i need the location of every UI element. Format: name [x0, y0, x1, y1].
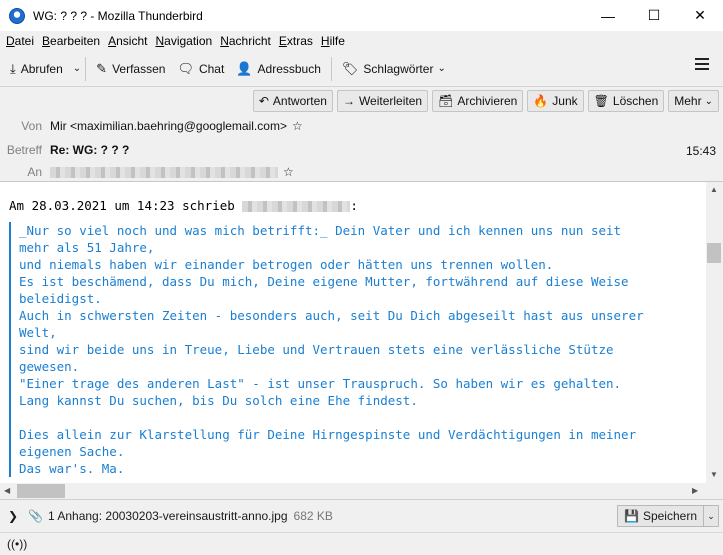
archive-box-icon: 🗃 [438, 94, 454, 108]
expand-chevron-icon[interactable]: ❯ [8, 509, 18, 523]
quote-line: Welt, [19, 325, 57, 340]
star-icon[interactable]: ☆ [283, 165, 294, 179]
attachment-summary[interactable]: 1 Anhang: 20030203-vereinsaustritt-anno.… [48, 509, 288, 523]
quote-line: mehr als 51 Jahre, [19, 240, 155, 255]
message-time: 15:43 [685, 144, 716, 158]
redacted-recipient [50, 166, 278, 178]
quote-line: eigenen Sache. [19, 444, 125, 459]
attachment-bar: ❯ 📎 1 Anhang: 20030203-vereinsaustritt-a… [0, 499, 723, 532]
more-button[interactable]: Mehr ⌄ [668, 90, 719, 112]
subject-label: Betreff [6, 143, 42, 157]
compose-button[interactable]: ✎ Verfassen [90, 56, 171, 82]
quote-line: Lang kannst Du suchen, bis Du solch eine… [19, 393, 418, 408]
menu-nachricht[interactable]: Nachricht [216, 34, 275, 48]
address-book-icon: 👤 [236, 60, 253, 76]
message-actions: ↶ Antworten → Weiterleiten 🗃 Archivieren… [249, 90, 719, 112]
quote-line: _Nur so viel noch und was mich betrifft:… [19, 223, 622, 238]
reply-button[interactable]: ↶ Antworten [252, 90, 333, 112]
close-button[interactable]: ✕ [677, 0, 723, 31]
main-toolbar: ⤓ Abrufen ⌄ ✎ Verfassen 🗨 Chat 👤 Adressb… [0, 51, 723, 86]
pencil-icon: ✎ [96, 60, 108, 76]
menu-bar: Datei Bearbeiten Ansicht Navigation Nach… [0, 31, 723, 51]
menu-navigation[interactable]: Navigation [151, 34, 216, 48]
scrollbar-corner [706, 483, 723, 499]
horizontal-scroll-thumb[interactable] [17, 484, 65, 498]
online-status-icon[interactable]: ((•)) [7, 537, 27, 551]
chevron-down-icon: ⌄ [704, 95, 713, 107]
window-controls: — ☐ ✕ [585, 0, 723, 31]
scroll-left-icon[interactable]: ◀ [4, 486, 10, 495]
download-icon: ⤓ [10, 60, 16, 76]
menu-extras[interactable]: Extras [275, 34, 317, 48]
to-row: An ☆ [0, 165, 294, 179]
menu-ansicht[interactable]: Ansicht [104, 34, 151, 48]
star-icon[interactable]: ☆ [292, 119, 303, 133]
quote-line: und niemals haben wir einander betrogen … [19, 257, 554, 272]
quote-line: gewesen. [19, 359, 80, 374]
attachment-size: 682 KB [293, 509, 333, 523]
menu-datei[interactable]: Datei [2, 34, 38, 48]
chevron-down-icon: ⌄ [437, 63, 446, 74]
menu-bearbeiten[interactable]: Bearbeiten [38, 34, 104, 48]
quote-line: sind wir beide uns in Treue, Liebe und V… [19, 342, 614, 357]
quoted-text: _Nur so viel noch und was mich betrifft:… [9, 222, 699, 477]
minimize-button[interactable]: — [585, 0, 631, 31]
vertical-scrollbar[interactable]: ▲ ▼ [706, 182, 723, 483]
maximize-button[interactable]: ☐ [631, 0, 677, 31]
to-label: An [27, 165, 42, 179]
save-attachment-button[interactable]: 💾 Speichern ⌄ [617, 505, 719, 527]
chat-bubble-icon: 🗨 [177, 60, 194, 76]
quote-line [19, 409, 699, 426]
save-main[interactable]: 💾 Speichern [618, 506, 704, 526]
toolbar-separator [85, 56, 87, 81]
title-bar: WG: ? ? ? - Mozilla Thunderbird — ☐ ✕ [0, 0, 723, 31]
address-book-button[interactable]: 👤 Adressbuch [230, 56, 327, 82]
from-value[interactable]: Mir <maximilian.baehring@googlemail.com> [50, 119, 287, 133]
vertical-scroll-thumb[interactable] [707, 243, 721, 263]
quote-line: "Einer trage des anderen Last" - ist uns… [19, 376, 622, 391]
save-disk-icon: 💾 [624, 509, 639, 523]
trash-icon: 🗑 [593, 94, 609, 108]
chevron-down-icon[interactable]: ⌄ [704, 511, 718, 522]
message-header: ↶ Antworten → Weiterleiten 🗃 Archivieren… [0, 86, 723, 182]
scroll-right-icon[interactable]: ▶ [692, 486, 698, 495]
chat-button[interactable]: 🗨 Chat [171, 56, 230, 82]
flame-icon: 🔥 [533, 94, 549, 108]
quote-line: Das war's. Ma. [19, 461, 125, 476]
get-mail-dropdown-icon[interactable]: ⌄ [73, 63, 81, 74]
forward-arrow-icon: → [342, 94, 355, 108]
subject-value: Re: WG: ? ? ? [50, 143, 130, 157]
message-body: Am 28.03.2021 um 14:23 schrieb : _Nur so… [0, 182, 706, 483]
tags-button[interactable]: 🏷 Schlagwörter ⌄ [336, 56, 452, 82]
horizontal-scrollbar[interactable]: ◀ ▶ [0, 483, 706, 499]
quote-line: beleidigst. [19, 291, 102, 306]
subject-row: Betreff Re: WG: ? ? ? [0, 143, 129, 157]
quote-line: Auch in schwersten Zeiten - besonders au… [19, 308, 644, 323]
window-title: WG: ? ? ? - Mozilla Thunderbird [33, 8, 203, 23]
quote-line: Dies allein zur Klarstellung für Deine H… [19, 427, 637, 442]
from-row: Von Mir <maximilian.baehring@googlemail.… [0, 119, 303, 133]
toolbar-separator [330, 56, 332, 81]
redacted-sender [242, 201, 351, 212]
delete-button[interactable]: 🗑 Löschen [587, 90, 665, 112]
quote-line: Es ist beschämend, dass Du mich, Deine e… [19, 274, 629, 289]
archive-button[interactable]: 🗃 Archivieren [432, 90, 524, 112]
from-label: Von [21, 119, 42, 133]
tag-icon: 🏷 [341, 60, 359, 76]
status-bar: ((•)) [0, 532, 723, 555]
reply-arrow-icon: ↶ [258, 94, 269, 108]
scroll-up-icon[interactable]: ▲ [710, 185, 718, 194]
paperclip-icon: 📎 [28, 509, 44, 523]
forward-button[interactable]: → Weiterleiten [336, 90, 429, 112]
thunderbird-logo-icon [9, 7, 25, 24]
junk-button[interactable]: 🔥 Junk [527, 90, 584, 112]
menu-hilfe[interactable]: Hilfe [317, 34, 349, 48]
scroll-down-icon[interactable]: ▼ [710, 470, 718, 479]
get-mail-button[interactable]: ⤓ Abrufen [4, 56, 69, 82]
quote-intro: Am 28.03.2021 um 14:23 schrieb : [9, 198, 358, 213]
app-menu-icon[interactable] [695, 58, 709, 73]
